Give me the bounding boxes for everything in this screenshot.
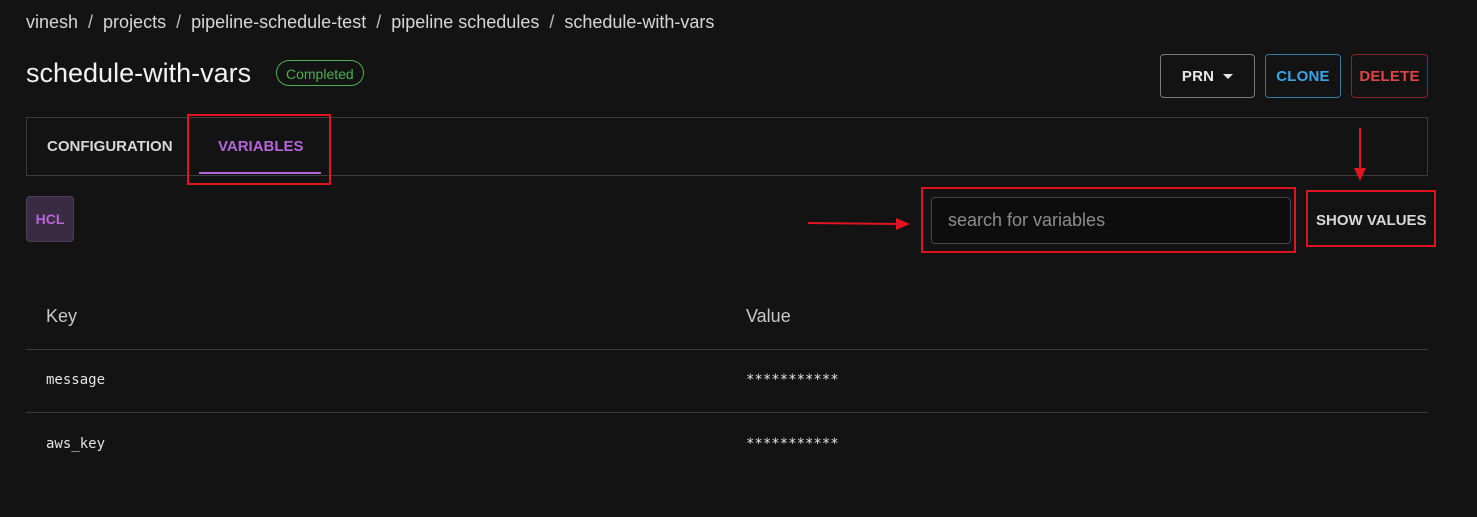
annotation-arrows (807, 128, 1366, 230)
arrow-down-icon (1354, 128, 1366, 181)
arrow-right-icon (807, 218, 910, 230)
